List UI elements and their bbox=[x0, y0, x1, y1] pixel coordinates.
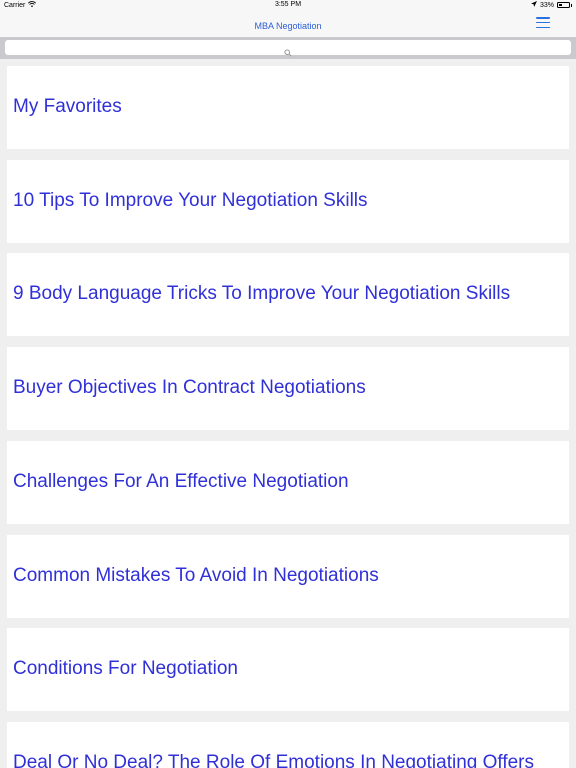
list-item-label: Common Mistakes To Avoid In Negotiations bbox=[13, 564, 379, 586]
battery-cap bbox=[571, 3, 572, 7]
menu-line bbox=[536, 21, 550, 24]
list-item[interactable]: Conditions For Negotiation bbox=[7, 628, 569, 712]
battery-percent: 33% bbox=[539, 1, 554, 9]
list-item-label: Buyer Objectives In Contract Negotiation… bbox=[13, 377, 366, 399]
list-item[interactable]: Deal Or No Deal? The Role Of Emotions In… bbox=[7, 721, 569, 768]
list-item[interactable]: Common Mistakes To Avoid In Negotiations bbox=[7, 534, 569, 618]
app-screen: Carrier 3:55 PM 33% MBA Negotiation My F… bbox=[0, 0, 576, 768]
battery-fill bbox=[559, 4, 562, 6]
navigation-bar: MBA Negotiation bbox=[0, 12, 576, 37]
list-item-label: 9 Body Language Tricks To Improve Your N… bbox=[13, 283, 511, 305]
list-item-label: Challenges For An Effective Negotiation bbox=[13, 470, 349, 492]
status-bar: Carrier 3:55 PM 33% bbox=[0, 0, 576, 12]
list-item[interactable]: 10 Tips To Improve Your Negotiation Skil… bbox=[7, 159, 569, 243]
list-item[interactable]: Challenges For An Effective Negotiation bbox=[7, 440, 569, 524]
menu-line bbox=[536, 17, 550, 19]
list-item-label: My Favorites bbox=[13, 96, 122, 117]
list-item[interactable]: Buyer Objectives In Contract Negotiation… bbox=[7, 347, 569, 431]
list-item-my-favorites[interactable]: My Favorites bbox=[7, 66, 569, 149]
search-icon bbox=[284, 44, 292, 57]
search-input[interactable] bbox=[5, 40, 571, 57]
page-title: MBA Negotiation bbox=[254, 21, 322, 31]
list-item-label: 10 Tips To Improve Your Negotiation Skil… bbox=[13, 189, 368, 211]
location-arrow-icon bbox=[530, 1, 537, 9]
list-item-label: Deal Or No Deal? The Role Of Emotions In… bbox=[13, 751, 534, 768]
list-item-label: Conditions For Negotiation bbox=[13, 658, 238, 680]
hamburger-menu-icon[interactable] bbox=[536, 17, 550, 28]
status-time: 3:55 PM bbox=[274, 1, 302, 8]
battery-icon bbox=[557, 2, 570, 8]
search-bar bbox=[0, 37, 576, 59]
list-item[interactable]: 9 Body Language Tricks To Improve Your N… bbox=[7, 253, 569, 337]
status-right: 33% bbox=[530, 1, 572, 9]
menu-line bbox=[536, 26, 550, 28]
